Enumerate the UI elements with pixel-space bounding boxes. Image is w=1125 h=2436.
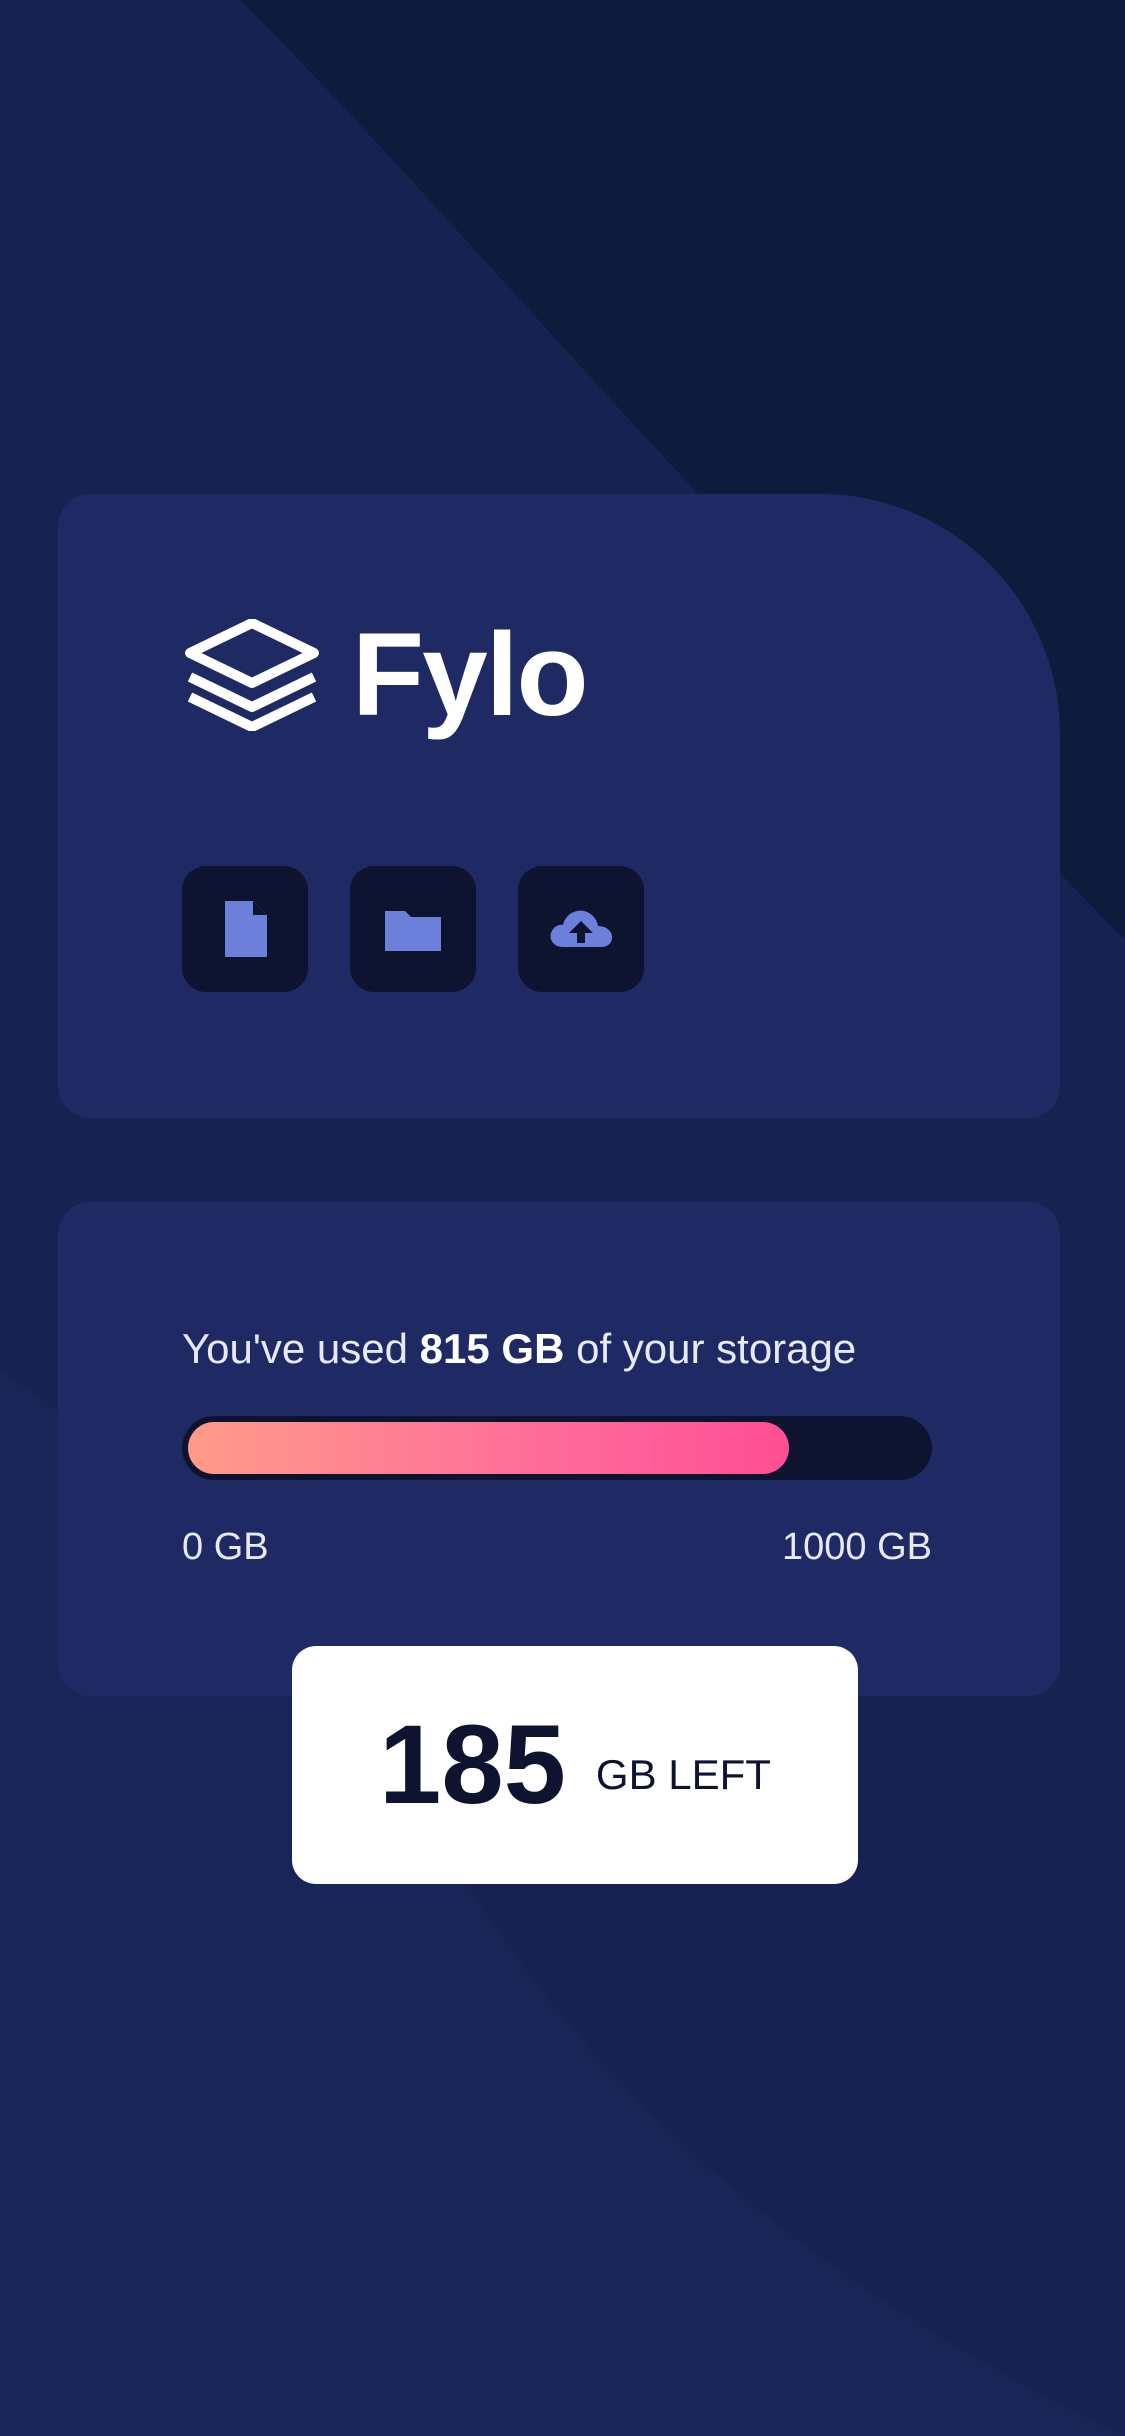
storage-usage-text: You've used 815 GB of your storage: [182, 1324, 856, 1374]
storage-min-label: 0 GB: [182, 1526, 269, 1568]
document-button[interactable]: [182, 866, 308, 992]
storage-max-label: 1000 GB: [782, 1526, 932, 1568]
folder-icon: [385, 911, 441, 951]
usage-text-suffix: of your storage: [564, 1325, 857, 1372]
logo-card: Fylo: [58, 494, 1060, 1118]
upload-button[interactable]: [518, 866, 644, 992]
storage-card: You've used 815 GB of your storage 0 GB …: [58, 1202, 1060, 1696]
storage-progress-track: [182, 1416, 932, 1480]
folder-button[interactable]: [350, 866, 476, 992]
document-icon: [225, 901, 267, 957]
usage-text-prefix: You've used: [182, 1325, 420, 1372]
used-storage-value: 815 GB: [419, 1325, 565, 1372]
remaining-storage-badge: 185 GB LEFT: [292, 1646, 858, 1884]
storage-progress-fill: [188, 1422, 789, 1474]
cloud-upload-icon: [550, 910, 613, 947]
stacked-layers-icon: [185, 619, 319, 731]
brand-name: Fylo: [352, 609, 589, 741]
action-icons: [182, 866, 644, 992]
remaining-storage-label: GB LEFT: [595, 1751, 771, 1798]
brand-logo: Fylo: [182, 609, 589, 741]
remaining-storage-value: 185: [379, 1702, 566, 1827]
